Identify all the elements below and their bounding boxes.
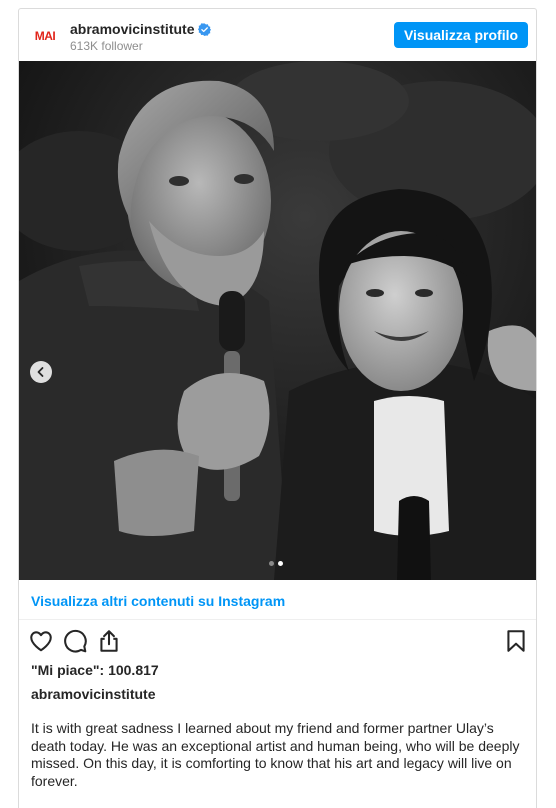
username-row[interactable]: abramovicinstitute	[70, 21, 212, 37]
username[interactable]: abramovicinstitute	[70, 21, 194, 37]
carousel-dot	[269, 561, 274, 566]
follower-count: 613K follower	[70, 39, 143, 53]
like-count[interactable]: "Mi piace": 100.817	[31, 662, 159, 678]
post-photo[interactable]	[19, 61, 536, 580]
more-content-link[interactable]: Visualizza altri contenuti su Instagram	[31, 593, 285, 609]
avatar-logo: MAI	[34, 29, 56, 43]
carousel-dot-active	[278, 561, 283, 566]
avatar[interactable]: MAI	[31, 22, 59, 50]
caption-username[interactable]: abramovicinstitute	[31, 686, 155, 702]
chevron-left-icon	[37, 367, 44, 377]
action-bar	[19, 620, 536, 660]
heart-icon[interactable]	[28, 628, 54, 654]
photo-image	[19, 61, 536, 580]
caption-text: It is with great sadness I learned about…	[31, 720, 520, 789]
carousel-prev-button[interactable]	[30, 361, 52, 383]
more-content-row: Visualizza altri contenuti su Instagram	[19, 580, 536, 620]
instagram-embed-card: MAI abramovicinstitute 613K follower Vis…	[18, 8, 537, 808]
verified-badge-icon	[198, 22, 212, 36]
share-icon[interactable]	[96, 628, 122, 654]
comment-icon[interactable]	[62, 628, 88, 654]
carousel-indicator	[269, 561, 283, 566]
view-profile-button[interactable]: Visualizza profilo	[394, 22, 528, 48]
post-header: MAI abramovicinstitute 613K follower Vis…	[19, 9, 536, 61]
bookmark-icon[interactable]	[503, 628, 529, 654]
